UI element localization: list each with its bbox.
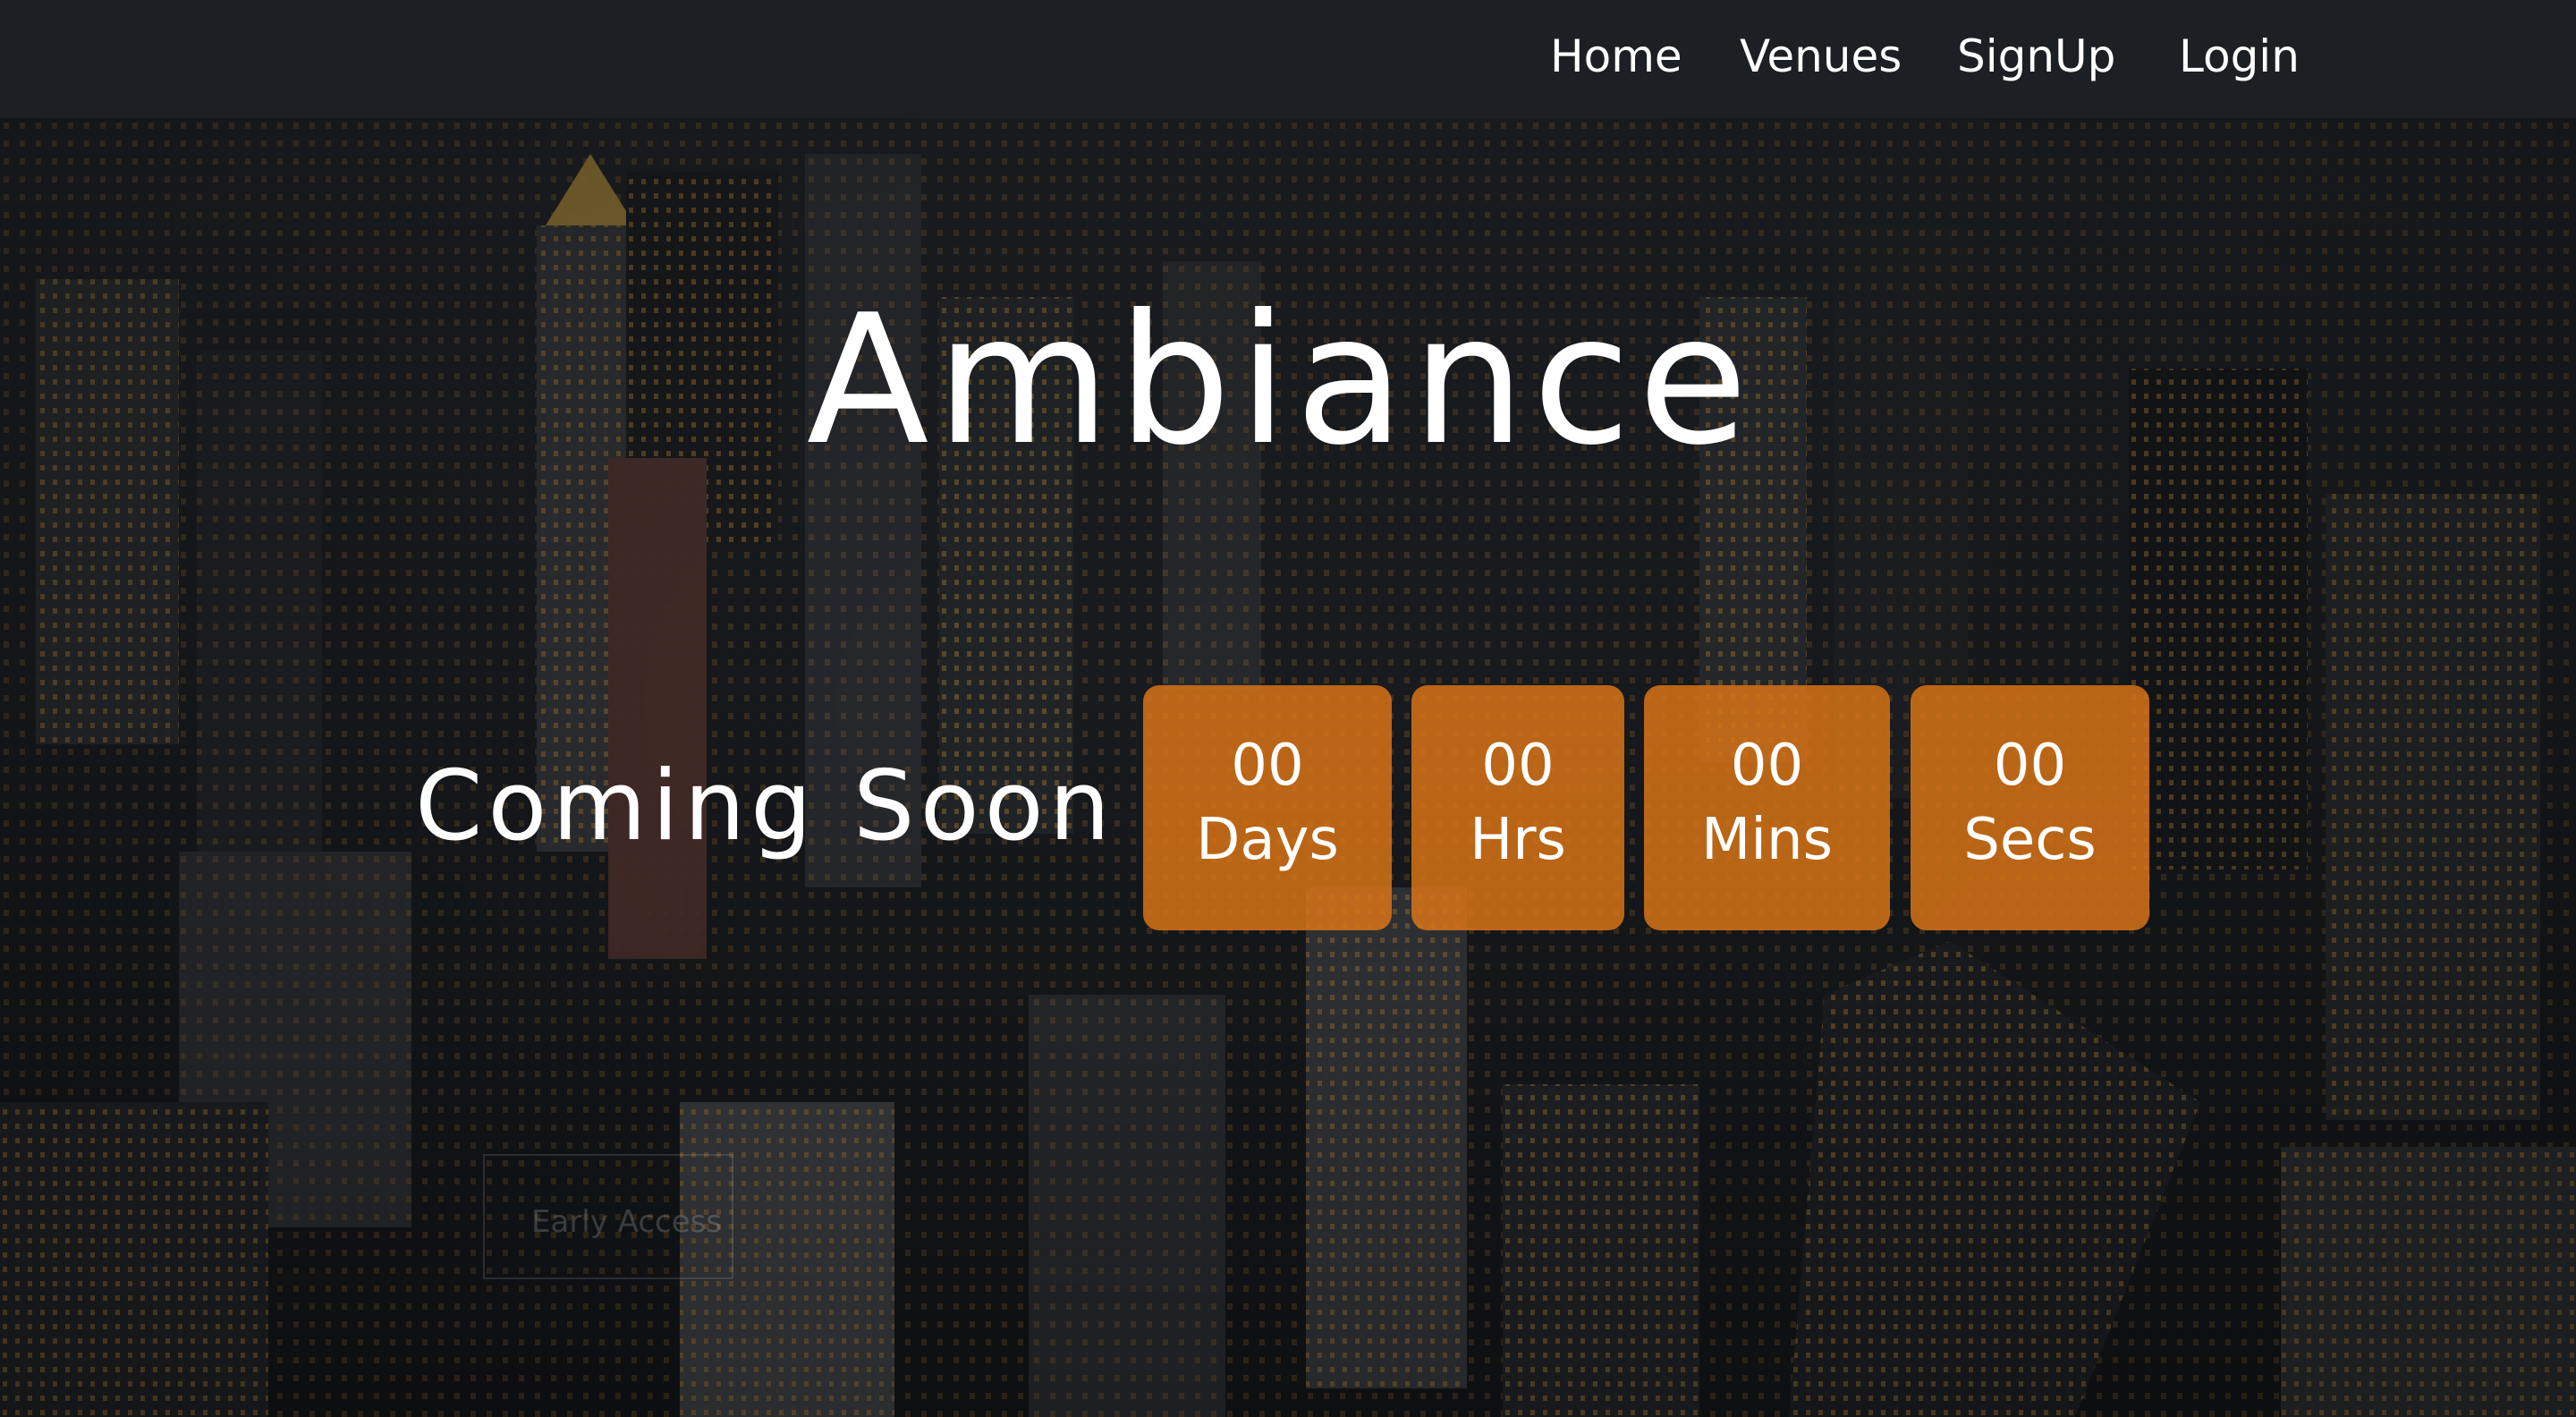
countdown-minutes-value: 00 bbox=[1730, 733, 1804, 799]
countdown-days-label: Days bbox=[1196, 807, 1339, 873]
early-access-button[interactable]: Early Access bbox=[483, 1154, 733, 1279]
nav-link-venues[interactable]: Venues bbox=[1740, 25, 1902, 88]
nav-link-login[interactable]: Login bbox=[2179, 25, 2300, 88]
brand-title: Ambiance bbox=[806, 276, 1756, 485]
nav-link-home[interactable]: Home bbox=[1550, 25, 1682, 88]
nav-link-signup[interactable]: SignUp bbox=[1957, 25, 2115, 88]
navbar: Home Venues SignUp Login bbox=[0, 0, 2576, 118]
countdown-minutes-label: Mins bbox=[1701, 807, 1833, 873]
countdown-days: 00 Days bbox=[1143, 685, 1392, 930]
countdown-days-value: 00 bbox=[1231, 733, 1304, 799]
countdown-hours-value: 00 bbox=[1481, 733, 1555, 799]
countdown-seconds: 00 Secs bbox=[1911, 685, 2149, 930]
coming-soon-page: Home Venues SignUp Login Ambiance Coming… bbox=[0, 0, 2576, 1417]
countdown-seconds-value: 00 bbox=[1993, 733, 2067, 799]
countdown-hours-label: Hrs bbox=[1470, 807, 1566, 873]
countdown-minutes: 00 Mins bbox=[1644, 685, 1890, 930]
countdown-seconds-label: Secs bbox=[1963, 807, 2097, 873]
countdown-hours: 00 Hrs bbox=[1411, 685, 1624, 930]
coming-soon-heading: Coming Soon bbox=[415, 751, 1116, 862]
